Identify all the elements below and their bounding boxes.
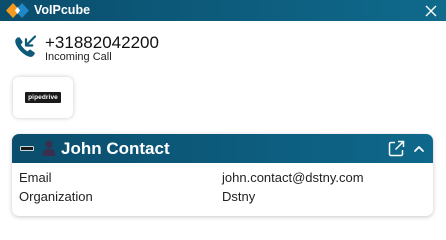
contact-field-row: Email john.contact@dstny.com: [12, 170, 433, 188]
chevron-up-icon[interactable]: [412, 142, 426, 156]
close-button[interactable]: [422, 2, 440, 19]
field-label: Email: [19, 170, 52, 185]
voipcube-logo-icon: [6, 3, 29, 18]
crm-source-icon: [20, 146, 34, 151]
field-label: Organization: [19, 189, 93, 204]
contact-card-header: John Contact: [12, 134, 433, 163]
email-value: john.contact@dstny.com: [222, 170, 364, 185]
call-status: Incoming Call: [45, 51, 112, 63]
contact-name: John Contact: [61, 139, 170, 158]
pipedrive-logo: pipedrive: [25, 92, 61, 103]
organization-value: Dstny: [222, 189, 256, 204]
pipedrive-crm-button[interactable]: pipedrive: [13, 77, 73, 118]
title-bar: VoIPcube: [0, 0, 446, 21]
open-external-icon[interactable]: [388, 140, 405, 157]
contact-card: John Contact Email john.contact@dstny.co…: [12, 134, 433, 216]
app-title: VoIPcube: [34, 3, 91, 17]
contact-field-row: Organization Dstny: [12, 189, 433, 207]
caller-phone-number: +31882042200: [45, 33, 159, 52]
person-icon: [42, 140, 56, 156]
close-icon: [425, 5, 437, 16]
incoming-call-icon: [15, 35, 37, 57]
